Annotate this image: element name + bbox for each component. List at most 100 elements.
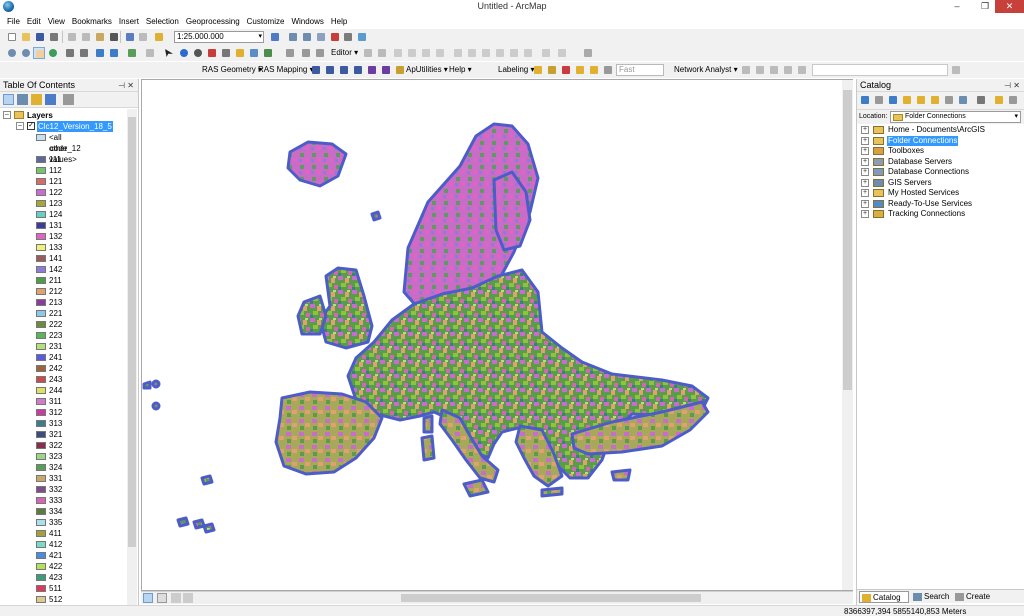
- legend-swatch[interactable]: [36, 541, 46, 548]
- legend-swatch[interactable]: [36, 233, 46, 240]
- legend-swatch[interactable]: [36, 167, 46, 174]
- legend-swatch[interactable]: [36, 365, 46, 372]
- legend-swatch[interactable]: [36, 398, 46, 405]
- menu-help[interactable]: Help: [328, 15, 350, 28]
- europe-land-cover-map[interactable]: [142, 80, 853, 591]
- collapse-icon[interactable]: –: [3, 111, 11, 119]
- paste-icon[interactable]: [94, 31, 106, 43]
- network-analyst-menu[interactable]: Network Analyst ▾: [674, 64, 738, 76]
- legend-swatch[interactable]: [36, 519, 46, 526]
- legend-swatch[interactable]: [36, 431, 46, 438]
- help-menu-toolbar[interactable]: Help ▾: [449, 64, 472, 76]
- print-icon[interactable]: [48, 31, 60, 43]
- time-slider-icon[interactable]: [262, 47, 274, 59]
- close-button[interactable]: ✕: [995, 0, 1024, 13]
- expand-icon[interactable]: +: [861, 178, 869, 187]
- legend-swatch[interactable]: [36, 189, 46, 196]
- expand-icon[interactable]: +: [861, 189, 869, 197]
- legend-swatch[interactable]: [36, 585, 46, 592]
- hyperlink-icon[interactable]: [234, 47, 246, 59]
- toc-options-icon[interactable]: [63, 94, 74, 105]
- zoom-in-icon[interactable]: [6, 47, 18, 59]
- html-popup-icon[interactable]: [248, 47, 260, 59]
- network-build-icon[interactable]: [796, 64, 808, 76]
- legend-swatch[interactable]: [36, 409, 46, 416]
- legend-swatch[interactable]: [36, 354, 46, 361]
- undo-icon[interactable]: [124, 31, 136, 43]
- list-by-visibility-icon[interactable]: [31, 94, 42, 105]
- up-one-level-icon[interactable]: [915, 94, 927, 106]
- ras-xs-icon[interactable]: [352, 64, 364, 76]
- location-combo[interactable]: Folder Connections ▾: [890, 111, 1021, 123]
- legend-swatch[interactable]: [36, 486, 46, 493]
- map-hscroll-thumb[interactable]: [401, 594, 701, 602]
- legend-swatch[interactable]: [36, 266, 46, 273]
- label-manager-icon[interactable]: [532, 64, 544, 76]
- toc-pin-close-icons[interactable]: ⊣ ✕: [118, 79, 134, 92]
- legend-swatch[interactable]: [36, 453, 46, 460]
- trace-icon[interactable]: [420, 47, 432, 59]
- create-features-icon[interactable]: [556, 47, 568, 59]
- go-to-xy-icon[interactable]: [206, 47, 218, 59]
- menu-windows[interactable]: Windows: [288, 15, 326, 28]
- legend-swatch[interactable]: [36, 475, 46, 482]
- split-tool-icon[interactable]: [494, 47, 506, 59]
- straight-segment-icon[interactable]: [392, 47, 404, 59]
- cut-icon[interactable]: [66, 31, 78, 43]
- ras-arrows-icon[interactable]: [338, 64, 350, 76]
- ras-geometry-menu[interactable]: RAS Geometry ▾: [202, 64, 262, 76]
- delete-icon[interactable]: [108, 31, 120, 43]
- label-priority-icon[interactable]: [588, 64, 600, 76]
- reshape-icon[interactable]: [466, 47, 478, 59]
- menu-insert[interactable]: Insert: [116, 15, 142, 28]
- tab-catalog[interactable]: Catalog: [859, 591, 909, 603]
- expand-icon[interactable]: +: [861, 168, 869, 176]
- toc-scroll-thumb[interactable]: [128, 117, 136, 547]
- map-vertical-scrollbar[interactable]: [842, 80, 853, 590]
- legend-swatch[interactable]: [36, 563, 46, 570]
- legend-swatch[interactable]: [36, 310, 46, 317]
- legend-swatch[interactable]: [36, 596, 46, 603]
- catalog-window-icon[interactable]: [301, 31, 313, 43]
- attributes-icon[interactable]: [522, 47, 534, 59]
- catalog-pin-close-icons[interactable]: ⊣ ✕: [1004, 79, 1020, 92]
- ras-layer-icon[interactable]: [310, 64, 322, 76]
- zoom-out-icon[interactable]: [20, 47, 32, 59]
- collapse-icon[interactable]: –: [16, 122, 24, 130]
- map-view[interactable]: [141, 79, 853, 591]
- flicker-icon[interactable]: [314, 47, 326, 59]
- point-icon[interactable]: [434, 47, 446, 59]
- legend-swatch[interactable]: [36, 200, 46, 207]
- legend-swatch[interactable]: [36, 321, 46, 328]
- data-view-icon[interactable]: [143, 593, 153, 603]
- table-of-contents-icon[interactable]: [287, 31, 299, 43]
- expand-icon[interactable]: +: [861, 136, 869, 145]
- redo-icon[interactable]: [137, 31, 149, 43]
- editor-toolbar-icon[interactable]: [269, 31, 281, 43]
- list-by-source-icon[interactable]: [17, 94, 28, 105]
- view-unplaced-icon[interactable]: [574, 64, 586, 76]
- connect-server-icon[interactable]: [993, 94, 1005, 106]
- home-icon[interactable]: [901, 94, 913, 106]
- search-window-icon[interactable]: [315, 31, 327, 43]
- catalog-options-icon[interactable]: [1007, 94, 1019, 106]
- tab-create-features[interactable]: Create Features: [953, 591, 1023, 613]
- new-document-icon[interactable]: [6, 31, 18, 43]
- legend-swatch[interactable]: [36, 156, 46, 163]
- connect-folder-icon[interactable]: [929, 94, 941, 106]
- back-extent-icon[interactable]: [94, 47, 106, 59]
- views-icon[interactable]: [975, 94, 987, 106]
- ras-river-icon[interactable]: [366, 64, 378, 76]
- edit-annotation-icon[interactable]: [376, 47, 388, 59]
- labeling-menu[interactable]: Labeling ▾: [498, 64, 535, 76]
- network-window-icon[interactable]: [740, 64, 752, 76]
- menu-selection[interactable]: Selection: [143, 15, 182, 28]
- tree-view-icon[interactable]: [957, 94, 969, 106]
- label-weight-icon[interactable]: [602, 64, 614, 76]
- model-builder-icon[interactable]: [356, 31, 368, 43]
- editor-menu[interactable]: Editor ▾: [331, 47, 358, 59]
- cut-polygons-icon[interactable]: [480, 47, 492, 59]
- legend-swatch[interactable]: [36, 508, 46, 515]
- clear-selection-icon[interactable]: [144, 47, 156, 59]
- toc-scrollbar[interactable]: [127, 109, 137, 605]
